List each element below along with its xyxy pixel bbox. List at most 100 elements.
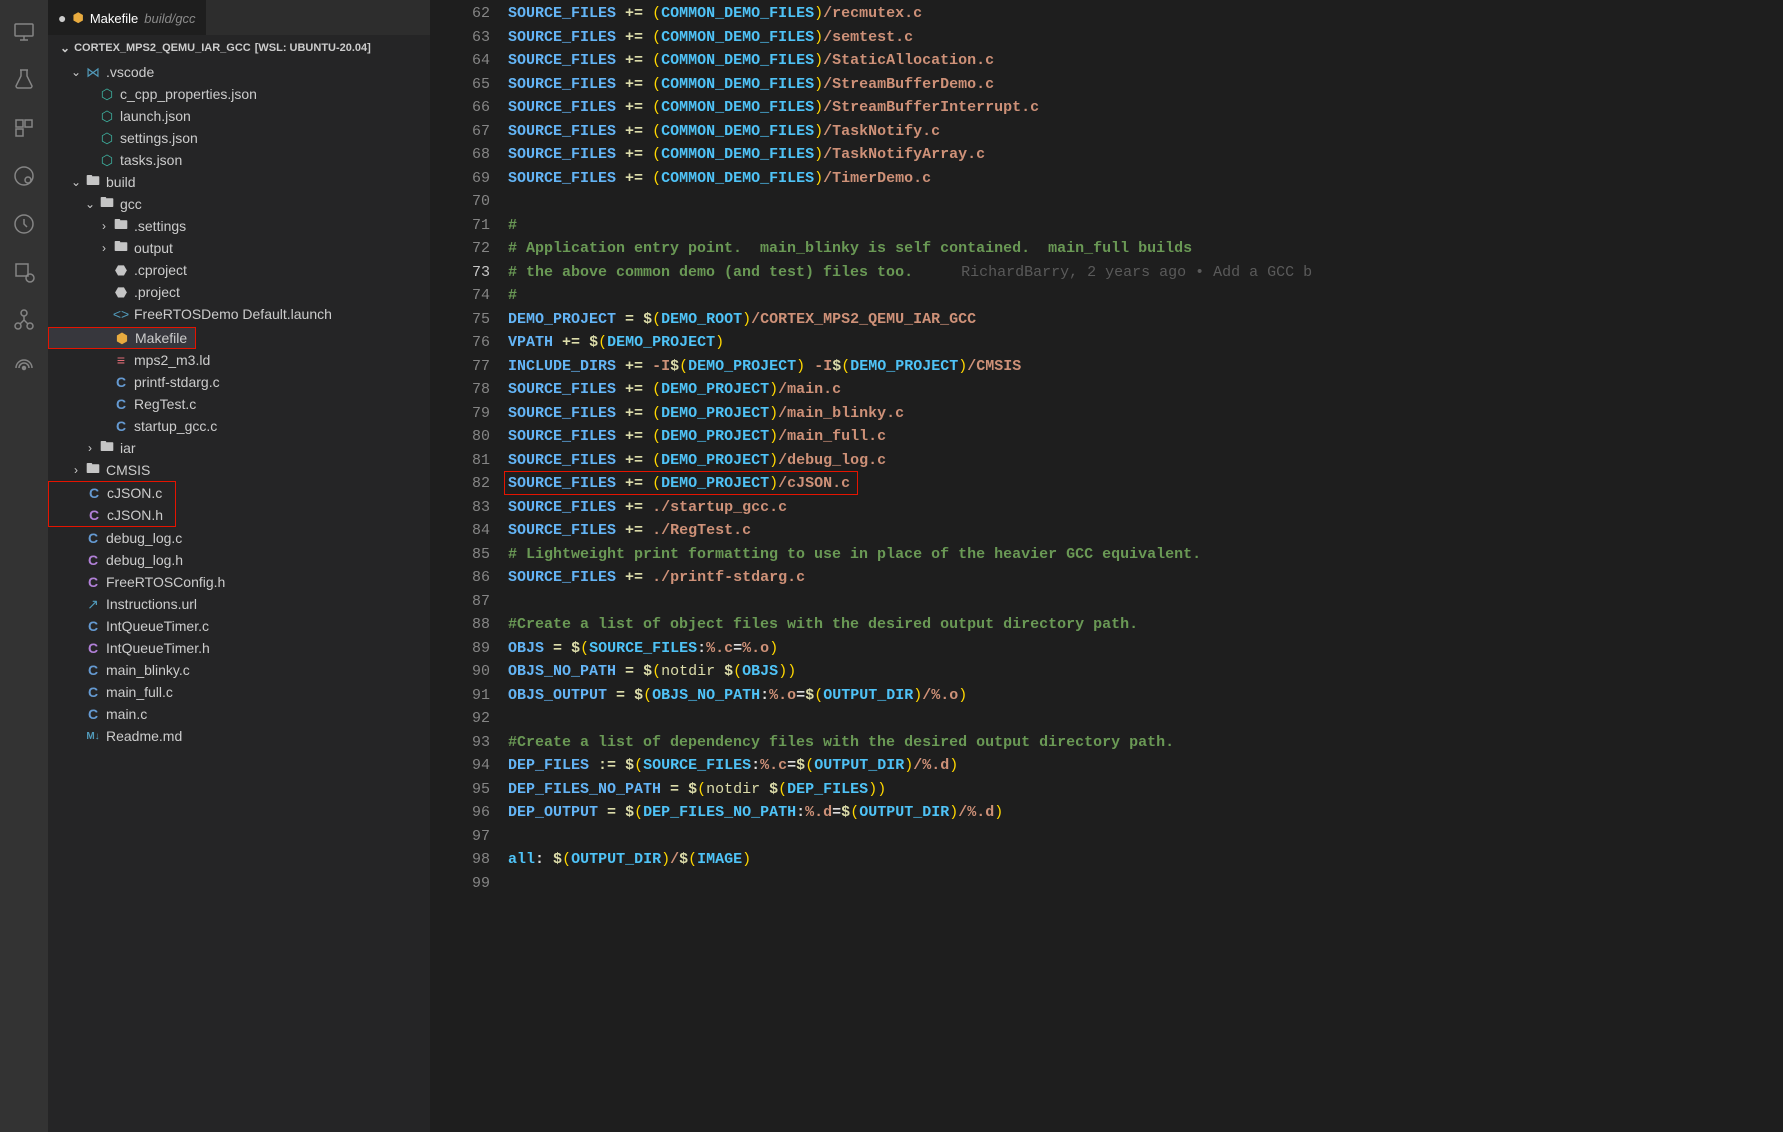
tree-item-launch-json[interactable]: ⬡launch.json [48,105,430,127]
tree-item-tasks-json[interactable]: ⬡tasks.json [48,149,430,171]
tree-item-intqueuetimer-h[interactable]: CIntQueueTimer.h [48,637,430,659]
tree-item-cjson-h[interactable]: CcJSON.h [49,504,175,526]
tree-label: IntQueueTimer.h [106,640,210,656]
tree-label: .project [134,284,180,300]
code-line[interactable]: DEP_FILES_NO_PATH = $(notdir $(DEP_FILES… [508,778,1783,802]
code-line[interactable]: #Create a list of dependency files with … [508,731,1783,755]
code-line[interactable]: # Lightweight print formatting to use in… [508,543,1783,567]
code-line[interactable]: SOURCE_FILES += ./RegTest.c [508,519,1783,543]
code-line[interactable]: SOURCE_FILES += (DEMO_PROJECT)/debug_log… [508,449,1783,473]
line-number: 95 [430,778,490,802]
activity-tree-icon[interactable] [0,296,48,344]
line-number: 72 [430,237,490,261]
code-line[interactable]: DEP_OUTPUT = $(DEP_FILES_NO_PATH:%.d=$(O… [508,801,1783,825]
line-number: 62 [430,2,490,26]
code-line[interactable]: SOURCE_FILES += (DEMO_PROJECT)/main_blin… [508,402,1783,426]
code-line[interactable] [508,590,1783,614]
md-icon: M↓ [84,731,102,742]
tree-item-build[interactable]: ⌄🖿build [48,171,430,193]
tree-item--vscode[interactable]: ⌄⋈.vscode [48,61,430,83]
code-line[interactable]: # [508,214,1783,238]
tree-item--cproject[interactable]: ⬣.cproject [48,259,430,281]
activity-remote-icon[interactable] [0,8,48,56]
code-line[interactable] [508,190,1783,214]
tree-item-instructions-url[interactable]: ↗Instructions.url [48,593,430,615]
project-header[interactable]: ⌄ CORTEX_MPS2_QEMU_IAR_GCC [WSL: UBUNTU-… [48,35,430,61]
code-line[interactable]: SOURCE_FILES += (DEMO_PROJECT)/main.c [508,378,1783,402]
tree-item-freertosdemo-default-launch[interactable]: <>FreeRTOSDemo Default.launch [48,303,430,325]
c-icon: C [112,374,130,390]
tree-item-mps2-m3-ld[interactable]: ≡mps2_m3.ld [48,349,430,371]
code-line[interactable]: SOURCE_FILES += (DEMO_PROJECT)/cJSON.c [508,472,1783,496]
line-number: 82 [430,472,490,496]
code-line[interactable]: # the above common demo (and test) files… [508,261,1783,285]
line-number: 85 [430,543,490,567]
code-line[interactable]: SOURCE_FILES += (COMMON_DEMO_FILES)/Time… [508,167,1783,191]
tree-item-freertosconfig-h[interactable]: CFreeRTOSConfig.h [48,571,430,593]
activity-project-icon[interactable] [0,152,48,200]
tree-item-regtest-c[interactable]: CRegTest.c [48,393,430,415]
code-line[interactable]: DEMO_PROJECT = $(DEMO_ROOT)/CORTEX_MPS2_… [508,308,1783,332]
activity-references-icon[interactable] [0,104,48,152]
tree-item-makefile[interactable]: ⬢Makefile [48,327,196,349]
code-line[interactable]: VPATH += $(DEMO_PROJECT) [508,331,1783,355]
editor[interactable]: 6263646566676869707172737475767778798081… [430,0,1783,1132]
tree-item--project[interactable]: ⬣.project [48,281,430,303]
code-line[interactable] [508,825,1783,849]
code-line[interactable]: SOURCE_FILES += (COMMON_DEMO_FILES)/Task… [508,143,1783,167]
code-line[interactable]: SOURCE_FILES += (COMMON_DEMO_FILES)/recm… [508,2,1783,26]
tree-item--settings[interactable]: ›🖿.settings [48,215,430,237]
code-line[interactable]: # Application entry point. main_blinky i… [508,237,1783,261]
code-line[interactable]: SOURCE_FILES += ./printf-stdarg.c [508,566,1783,590]
tree-item-debug-log-c[interactable]: Cdebug_log.c [48,527,430,549]
line-number-gutter: 6263646566676869707172737475767778798081… [430,0,508,1132]
code-line[interactable]: # [508,284,1783,308]
activity-cmake-icon[interactable] [0,248,48,296]
code-line[interactable]: OBJS_OUTPUT = $(OBJS_NO_PATH:%.o=$(OUTPU… [508,684,1783,708]
tree-item-main-full-c[interactable]: Cmain_full.c [48,681,430,703]
tree-item-readme-md[interactable]: M↓Readme.md [48,725,430,747]
c-icon: C [112,396,130,412]
tree-item-cmsis[interactable]: ›🖿CMSIS [48,459,430,481]
tree-label: c_cpp_properties.json [120,86,257,102]
code-line[interactable]: SOURCE_FILES += (DEMO_PROJECT)/main_full… [508,425,1783,449]
json-icon: ⬡ [98,86,116,103]
tree-item-gcc[interactable]: ⌄🖿gcc [48,193,430,215]
tree-item-main-blinky-c[interactable]: Cmain_blinky.c [48,659,430,681]
tree-label: launch.json [120,108,191,124]
folder-icon: 🖿 [84,458,102,482]
tree-item-main-c[interactable]: Cmain.c [48,703,430,725]
code-line[interactable]: SOURCE_FILES += (COMMON_DEMO_FILES)/Stre… [508,73,1783,97]
code-line[interactable]: INCLUDE_DIRS += -I$(DEMO_PROJECT) -I$(DE… [508,355,1783,379]
code-line[interactable]: OBJS = $(SOURCE_FILES:%.c=%.o) [508,637,1783,661]
tree-item-output[interactable]: ›🖿output [48,237,430,259]
tree-item-startup-gcc-c[interactable]: Cstartup_gcc.c [48,415,430,437]
code-line[interactable]: SOURCE_FILES += (COMMON_DEMO_FILES)/Task… [508,120,1783,144]
code-line[interactable] [508,872,1783,896]
activity-testing-icon[interactable] [0,56,48,104]
tree-label: build [106,174,136,190]
code-line[interactable]: all: $(OUTPUT_DIR)/$(IMAGE) [508,848,1783,872]
tree-item-settings-json[interactable]: ⬡settings.json [48,127,430,149]
code-line[interactable]: SOURCE_FILES += ./startup_gcc.c [508,496,1783,520]
tree-item-printf-stdarg-c[interactable]: Cprintf-stdarg.c [48,371,430,393]
code-line[interactable]: SOURCE_FILES += (COMMON_DEMO_FILES)/Stre… [508,96,1783,120]
chevron-down-icon: ⌄ [82,197,98,211]
code-line[interactable]: DEP_FILES := $(SOURCE_FILES:%.c=$(OUTPUT… [508,754,1783,778]
folder-icon: 🖿 [98,436,116,460]
tree-item-c-cpp-properties-json[interactable]: ⬡c_cpp_properties.json [48,83,430,105]
code-line[interactable]: #Create a list of object files with the … [508,613,1783,637]
activity-timeline-icon[interactable] [0,200,48,248]
code-line[interactable]: OBJS_NO_PATH = $(notdir $(OBJS)) [508,660,1783,684]
activity-live-icon[interactable] [0,344,48,392]
tree-item-debug-log-h[interactable]: Cdebug_log.h [48,549,430,571]
code-line[interactable] [508,707,1783,731]
code-line[interactable]: SOURCE_FILES += (COMMON_DEMO_FILES)/semt… [508,26,1783,50]
tree-label: debug_log.h [106,552,183,568]
editor-tab[interactable]: ● ⬢ Makefile build/gcc [48,0,206,35]
tree-item-iar[interactable]: ›🖿iar [48,437,430,459]
tree-item-cjson-c[interactable]: CcJSON.c [49,482,175,504]
code-content[interactable]: SOURCE_FILES += (COMMON_DEMO_FILES)/recm… [508,0,1783,1132]
tree-item-intqueuetimer-c[interactable]: CIntQueueTimer.c [48,615,430,637]
code-line[interactable]: SOURCE_FILES += (COMMON_DEMO_FILES)/Stat… [508,49,1783,73]
